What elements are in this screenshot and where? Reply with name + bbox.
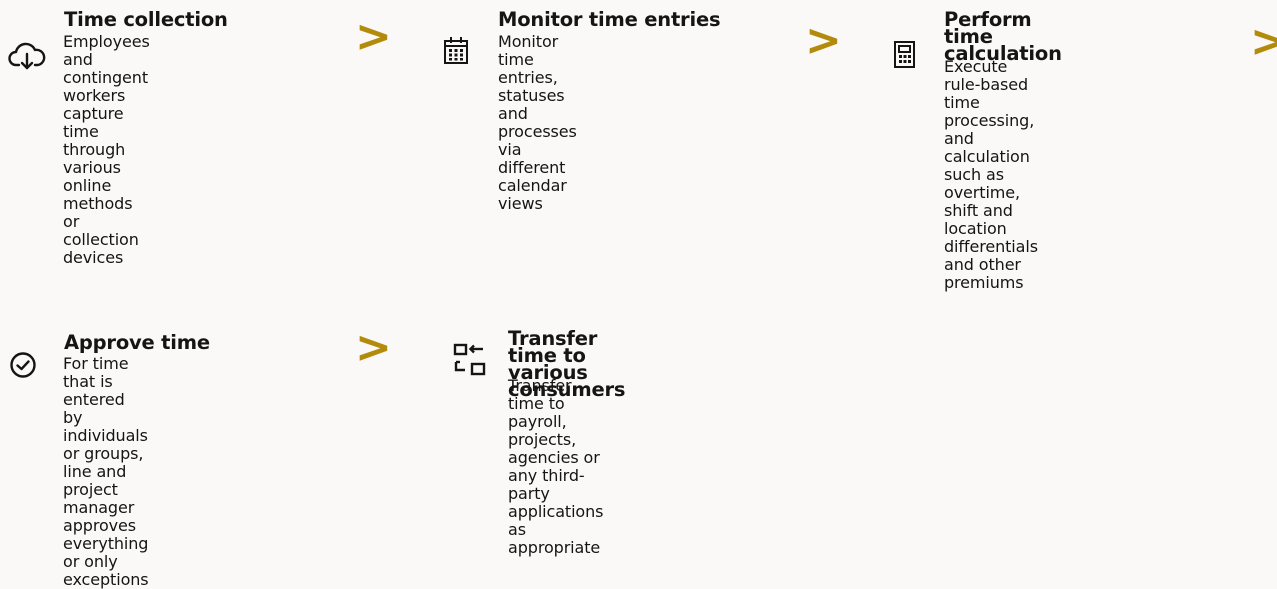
transfer-icon	[453, 343, 489, 377]
arrow-2: >	[805, 15, 842, 66]
arrow-1: >	[355, 11, 392, 62]
cloud-download-icon	[8, 40, 46, 72]
step-title: Perform time calculation	[944, 8, 1062, 65]
checkmark-circle-icon	[9, 351, 37, 379]
step-description: For time that is entered by individuals …	[63, 354, 149, 589]
step-title: Time collection	[64, 8, 228, 31]
step-title: Monitor time entries	[498, 8, 721, 31]
arrow-3: >	[1250, 16, 1277, 67]
step-description: Transfer time to payroll, projects, agen…	[508, 376, 604, 557]
arrow-4: >	[355, 322, 392, 373]
step-description: Execute rule-based time processing, and …	[944, 57, 1038, 292]
calculator-icon	[893, 40, 917, 70]
calendar-icon	[443, 36, 469, 66]
step-description: Employees and contingent workers capture…	[63, 32, 150, 267]
step-description: Monitor time entries, statuses and proce…	[498, 32, 577, 213]
step-title: Approve time	[64, 331, 210, 354]
